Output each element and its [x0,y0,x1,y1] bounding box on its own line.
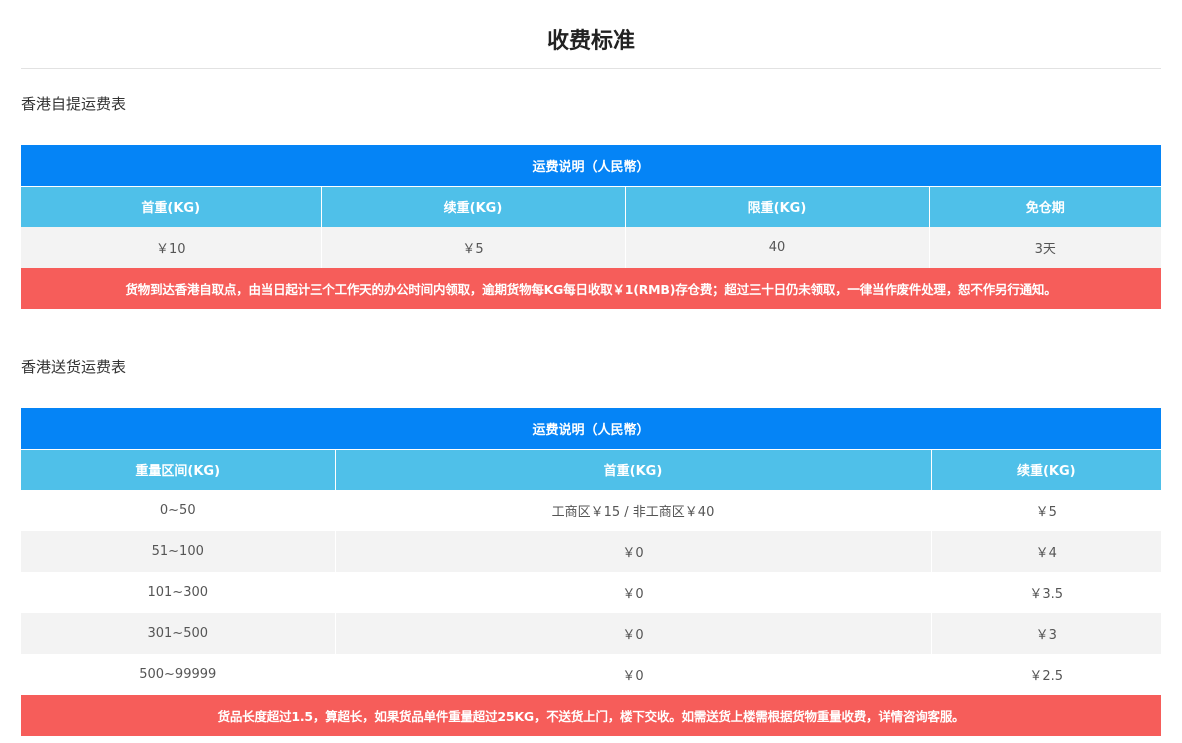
pickup-fee-table: 运费说明（人民幣） 首重(KG) 续重(KG) 限重(KG) 免仓期 ￥10 ￥… [21,145,1162,309]
extra-weight-cell: ￥4 [930,531,1162,572]
table-row: ￥10 ￥5 40 3天 [21,227,1162,268]
pickup-note: 货物到达香港自取点，由当日起计三个工作天的办公时间内领取，逾期货物每KG每日收取… [21,268,1162,309]
title-divider [21,68,1161,69]
delivery-col-extra-weight: 续重(KG) [930,448,1162,490]
delivery-note-row: 货品长度超过1.5，算超长，如果货品单件重量超过25KG，不送货上门，楼下交收。… [21,695,1162,736]
extra-weight-cell: ￥3 [930,613,1162,654]
weight-range-cell: 301~500 [21,613,335,654]
pickup-col-extra-weight: 续重(KG) [320,185,625,227]
delivery-section-heading: 香港送货运费表 [21,358,127,376]
pickup-caption-row: 运费说明（人民幣） [21,145,1162,186]
first-weight-cell: 工商区￥15 / 非工商区￥40 [334,490,931,531]
table-row: 500~99999 ￥0 ￥2.5 [21,654,1162,695]
extra-weight-cell: ￥2.5 [930,654,1162,695]
delivery-table-caption: 运费说明（人民幣） [21,408,1162,449]
delivery-header-row: 重量区间(KG) 首重(KG) 续重(KG) [21,448,1162,490]
weight-range-cell: 500~99999 [21,654,335,695]
extra-weight-cell: ￥5 [930,490,1162,531]
first-weight-cell: ￥0 [334,531,931,572]
weight-range-cell: 101~300 [21,572,335,613]
pickup-table-caption: 运费说明（人民幣） [21,145,1162,186]
weight-range-cell: 51~100 [21,531,335,572]
pickup-note-row: 货物到达香港自取点，由当日起计三个工作天的办公时间内领取，逾期货物每KG每日收取… [21,268,1162,309]
delivery-col-weight-range: 重量区间(KG) [21,448,335,490]
first-weight-cell: ￥0 [334,654,931,695]
pickup-first-weight-value: ￥10 [21,227,321,268]
table-row: 0~50 工商区￥15 / 非工商区￥40 ￥5 [21,490,1162,531]
extra-weight-cell: ￥3.5 [930,572,1162,613]
delivery-col-first-weight: 首重(KG) [334,448,931,490]
pickup-extra-weight-value: ￥5 [320,227,625,268]
pickup-weight-limit-value: 40 [624,227,929,268]
pickup-col-weight-limit: 限重(KG) [624,185,929,227]
delivery-fee-table: 运费说明（人民幣） 重量区间(KG) 首重(KG) 续重(KG) 0~50 工商… [21,408,1162,736]
pickup-col-first-weight: 首重(KG) [21,185,321,227]
weight-range-cell: 0~50 [21,490,335,531]
first-weight-cell: ￥0 [334,572,931,613]
delivery-caption-row: 运费说明（人民幣） [21,408,1162,449]
page-title: 收费标准 [546,29,635,54]
pickup-section-heading: 香港自提运费表 [21,95,127,113]
pickup-header-row: 首重(KG) 续重(KG) 限重(KG) 免仓期 [21,185,1162,227]
pickup-free-storage-value: 3天 [928,227,1162,268]
first-weight-cell: ￥0 [334,613,931,654]
table-row: 101~300 ￥0 ￥3.5 [21,572,1162,613]
table-row: 301~500 ￥0 ￥3 [21,613,1162,654]
fee-standard-page: 收费标准 香港自提运费表 运费说明（人民幣） 首重(KG) 续重(KG) 限重(… [0,0,1182,743]
delivery-note: 货品长度超过1.5，算超长，如果货品单件重量超过25KG，不送货上门，楼下交收。… [21,695,1162,736]
table-row: 51~100 ￥0 ￥4 [21,531,1162,572]
pickup-col-free-storage: 免仓期 [928,185,1162,227]
